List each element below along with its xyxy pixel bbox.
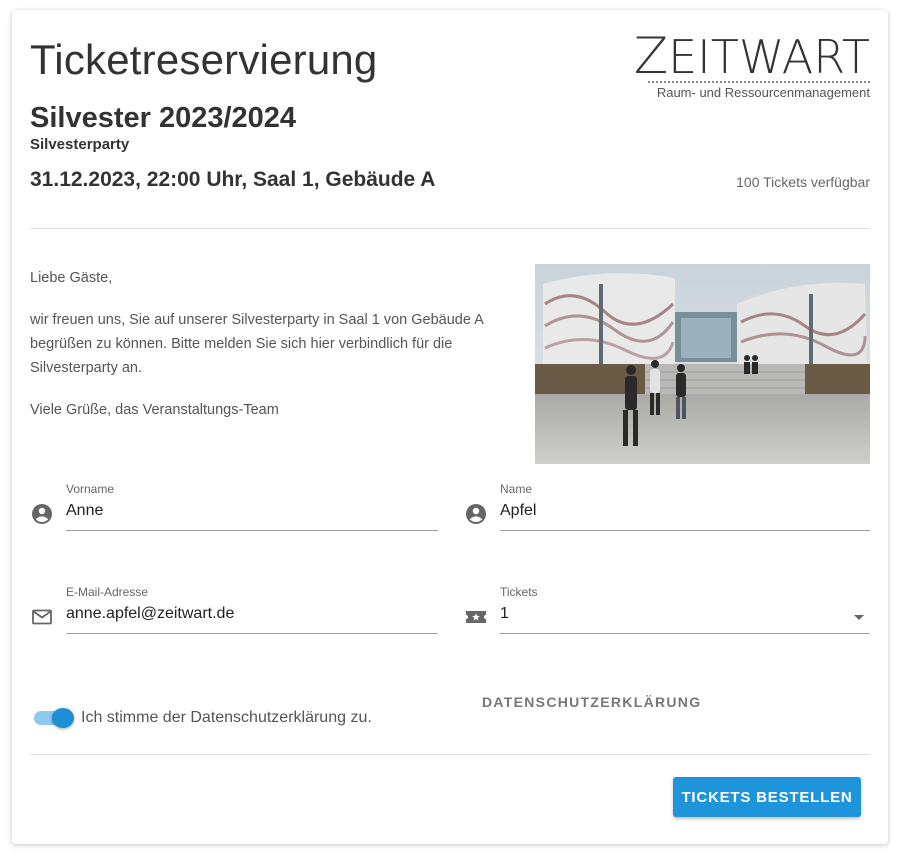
intro-greeting: Liebe Gäste, <box>30 270 113 286</box>
account-circle-icon <box>30 502 54 526</box>
name-underline <box>500 530 870 531</box>
ticket-icon <box>464 605 488 629</box>
toggle-knob <box>52 708 74 728</box>
name-field[interactable]: Name Apfel <box>464 482 870 532</box>
email-label: E-Mail-Adresse <box>66 585 149 599</box>
logo-wordmark: ZEITWART <box>633 27 870 85</box>
name-label: Name <box>500 482 533 496</box>
mail-icon <box>30 605 54 629</box>
tickets-value[interactable]: 1 <box>500 605 509 623</box>
event-subtitle: Silvesterparty <box>30 136 130 153</box>
tickets-label: Tickets <box>500 585 538 599</box>
page-title: Ticketreservierung <box>30 36 378 83</box>
event-venue-photo <box>535 264 870 464</box>
name-input[interactable]: Apfel <box>500 502 536 520</box>
email-underline <box>66 633 438 634</box>
vorname-field[interactable]: Vorname Anne <box>30 482 438 532</box>
vorname-label: Vorname <box>66 482 115 496</box>
dropdown-caret-icon[interactable] <box>854 615 864 620</box>
email-field[interactable]: E-Mail-Adresse anne.apfel@zeitwart.de <box>30 585 438 635</box>
vorname-underline <box>66 530 438 531</box>
intro-body: wir freuen uns, Sie auf unserer Silveste… <box>30 312 483 376</box>
tickets-underline <box>500 633 870 634</box>
event-datetime-location: 31.12.2023, 22:00 Uhr, Saal 1, Gebäude A <box>30 168 436 191</box>
reservation-card: Ticketreservierung ZEITWART Raum- und Re… <box>12 10 888 844</box>
vorname-input[interactable]: Anne <box>66 502 103 520</box>
intro-closing: Viele Grüße, das Veranstaltungs-Team <box>30 402 279 418</box>
consent-label[interactable]: Ich stimme der Datenschutzerklärung zu. <box>81 709 372 727</box>
email-input[interactable]: anne.apfel@zeitwart.de <box>66 605 234 623</box>
divider <box>30 754 870 755</box>
order-tickets-button[interactable]: TICKETS BESTELLEN <box>673 777 861 817</box>
account-circle-icon <box>464 502 488 526</box>
tickets-select[interactable]: Tickets 1 <box>464 585 870 635</box>
divider <box>30 228 870 229</box>
intro-text: Liebe Gäste, wir freuen uns, Sie auf uns… <box>30 266 520 440</box>
logo-subtitle: Raum- und Ressourcenmanagement <box>656 85 870 100</box>
privacy-policy-button[interactable]: DATENSCHUTZERKLÄRUNG <box>482 694 701 710</box>
event-title: Silvester 2023/2024 <box>30 102 297 134</box>
tickets-available: 100 Tickets verfügbar <box>736 174 870 190</box>
consent-toggle[interactable] <box>34 708 74 728</box>
zeitwart-logo: ZEITWART Raum- und Ressourcenmanagement <box>634 31 870 104</box>
